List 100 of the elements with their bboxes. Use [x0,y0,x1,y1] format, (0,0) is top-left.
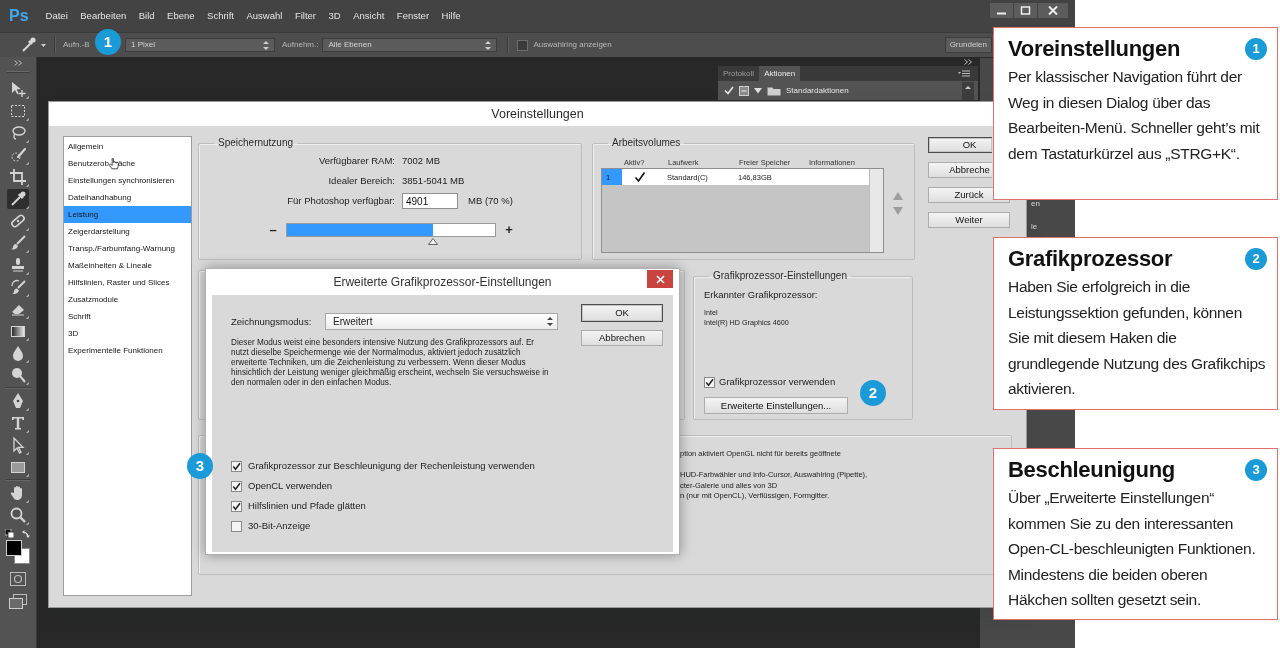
panel-tab[interactable]: Protokoll [718,66,760,81]
sample-select[interactable]: Alle Ebenen [322,38,498,52]
category-item[interactable]: Benutzerob äche [64,155,191,172]
menu-item[interactable]: Hilfe [441,10,461,22]
category-item[interactable]: Einstellungen synchronisieren [64,172,191,189]
scrollbar[interactable] [869,169,883,252]
category-item[interactable]: Leistung [64,206,191,223]
memory-slider[interactable] [286,223,496,246]
field-value: 7002 MB [402,154,442,169]
unit-label: MB (70 %) [468,195,513,207]
category-item[interactable]: Zeigerdarstellung [64,223,191,240]
workspace-button[interactable]: Grundelen [944,37,992,53]
menu-item[interactable]: Datei [45,10,68,22]
app-logo: Ps [9,6,29,26]
maximize-icon[interactable] [1014,3,1037,18]
category-item[interactable]: Experimentelle Funktionen [64,342,191,359]
swap-colors-icon[interactable] [22,529,31,538]
check-icon[interactable] [634,171,646,183]
color-swatches-icon[interactable] [6,540,30,564]
group-title: Grafikprozessor-Einstellungen [712,270,848,282]
eyedropper-icon[interactable] [7,189,29,209]
category-item[interactable]: Maßeinheiten & Lineale [64,257,191,274]
field-label: Aufnehm.: [282,40,319,50]
checkbox-label: OpenCL verwenden [248,480,333,492]
menu-item[interactable]: Schrift [207,10,234,22]
memory-input[interactable]: 4901 [402,193,458,209]
group-title: Speichernutzung [217,137,295,149]
collapse-icon[interactable] [14,60,22,66]
menu-item[interactable]: 3D [328,10,341,22]
callout-title: Grafikprozessor [1008,245,1173,273]
menu-item[interactable]: Fenster [396,10,430,22]
menu-item[interactable]: Bearbeiten [80,10,127,22]
checkbox[interactable] [231,480,242,492]
category-item[interactable]: Transp./Farbumfang-Warnung [64,240,191,257]
advanced-settings-button[interactable]: Erweiterte Einstellungen... [704,397,848,414]
checkbox-label: 30-Bit-Anzeige [248,520,311,532]
category-item[interactable]: Zusatzmodule [64,291,191,308]
checkbox-label: Grafikprozessor verwenden [719,376,836,388]
scrollbar[interactable] [962,81,974,100]
category-item[interactable]: Schrift [64,308,191,325]
dialog-button[interactable]: Weiter [928,212,1010,228]
dialog-button[interactable]: Abbreche [928,162,992,178]
updown-arrow-icon [547,317,553,326]
close-icon [655,274,665,284]
dialog-toggle-icon[interactable] [739,85,749,96]
category-item[interactable]: Dateihandhabung [64,189,191,206]
category-item[interactable]: Allgemein [64,138,191,155]
callout-title: Voreinstellungen [1008,35,1181,63]
panel-tab[interactable]: Aktionen [759,66,801,81]
collapse-icon[interactable] [964,59,972,65]
dialog-button[interactable]: OK [581,304,663,322]
checkbox-label: Auswahlring anzeigen [533,40,612,50]
menu-item[interactable]: Ansicht [353,10,385,22]
minimize-icon[interactable] [990,3,1013,18]
checkbox[interactable] [231,500,242,512]
menu-item[interactable]: Filter [294,10,317,22]
expand-triangle-icon[interactable] [754,86,762,95]
screen-mode-icon[interactable] [9,594,27,609]
dialog-button[interactable]: OK [928,137,992,153]
dialog-button[interactable]: Abbrechen [581,330,663,346]
step-marker: 1 [1245,38,1267,60]
field-label: Erkannter Grafikprozessor: [704,289,818,301]
caret-icon[interactable] [41,43,46,47]
panel-label: en [1031,199,1040,209]
menu-item[interactable]: Ebene [167,10,195,22]
action-set-label[interactable]: Standardaktionen [786,85,849,96]
sample-size-select[interactable]: 1 Pixel [125,38,275,52]
callout-title: Beschleunigung [1008,456,1175,484]
increase-label: + [504,223,514,237]
mode-select[interactable]: Erweitert [325,313,558,330]
description-text: Dieser Modus weist eine besonders intensive Nutzung des Grafikprozessors auf. Er nutzt dieselbe Speichermenge wie der Normalmodus, aktiviert jedoch zusätzlich erweiterte Techniken, um die Zeichenleistung zu verbessern. Wenn dieser Modus hinsichtlich der Leistung weniger gleichmäßig erscheint, wechseln Sie versuchsweise in den normalen oder in den einfachen Modus. [231,338,550,388]
checkbox-label: Hilfslinien und Pfade glätten [248,500,366,512]
updown-arrow-icon [485,40,492,50]
checkbox[interactable] [517,39,529,51]
checkbox[interactable] [231,460,242,472]
field-label: Aufn.-B [63,40,91,50]
quick-mask-icon[interactable] [10,572,26,586]
close-icon[interactable] [1038,3,1068,18]
checkbox[interactable] [704,376,715,388]
field-label: Verfügbarer RAM: [317,154,395,169]
slider-thumb[interactable] [427,238,438,245]
default-colors-icon[interactable] [5,529,14,538]
decrease-label: – [268,223,278,237]
category-item[interactable]: Hilfslinien, Raster und Slices [64,274,191,291]
field-label: Idealer Bereich: [327,174,395,189]
category-item[interactable]: 3D [64,325,191,342]
close-button[interactable] [647,270,673,288]
panel-menu-icon[interactable] [958,70,970,77]
menu-item[interactable]: Bild [138,10,155,22]
field-value: 3851-5041 MB [402,174,466,189]
callout-text: Per klassischer Navigation führt der Weg in diesen Dialog über das Bearbeiten-Menü. Schneller geht’s mit dem Tastaturkürzel aus „STRG+K“. [1008,67,1261,164]
callout-text: Haben Sie erfolgreich in die Leistungssektion gefunden, können Sie mit diesem Haken die grundlegende Nutzung des Grafikchips aktivieren. [1008,277,1267,399]
eyedropper-icon[interactable] [20,37,36,53]
checkbox-label: Grafikprozessor zur Beschleunigung der Rechenleistung verwenden [248,460,535,472]
field-label: Zeichnungsmodus: [231,315,313,328]
crop-icon[interactable] [7,167,29,187]
checkbox[interactable] [231,520,242,532]
dialog-title: Erweiterte Grafikprozessor-Einstellungen [333,274,552,290]
menu-item[interactable]: Auswahl [246,10,283,22]
panel-label: le [1031,222,1038,232]
